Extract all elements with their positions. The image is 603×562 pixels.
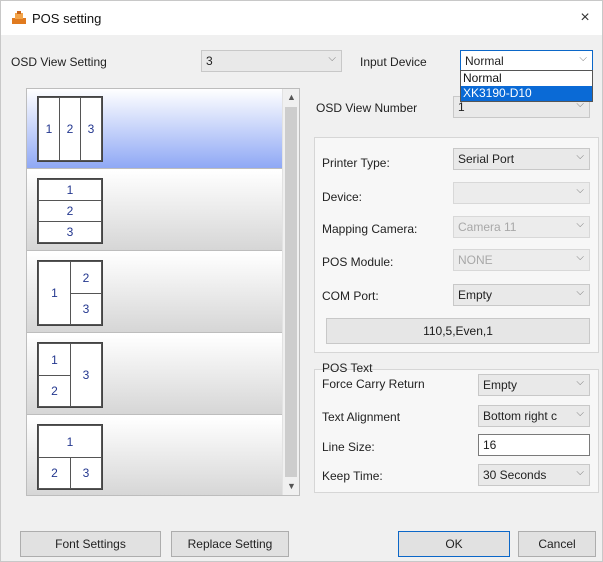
- layout-cell: 2: [38, 375, 71, 407]
- line-size-input[interactable]: 16: [478, 434, 590, 456]
- osd-view-number-label: OSD View Number: [316, 101, 418, 115]
- layout-tile-5[interactable]: 1 2 3: [27, 417, 282, 495]
- osd-view-number-value: 1: [458, 100, 465, 114]
- com-settings-display: 110,5,Even,1: [326, 318, 590, 344]
- keep-time-label: Keep Time:: [322, 469, 383, 483]
- chevron-down-icon: ⌵: [576, 219, 584, 230]
- chevron-down-icon: ⌵: [579, 53, 587, 64]
- chevron-down-icon: ⌵: [576, 151, 584, 162]
- com-port-label: COM Port:: [322, 289, 379, 303]
- pos-module-value: NONE: [458, 253, 493, 267]
- mapping-camera-select[interactable]: Camera 11 ⌵: [453, 216, 590, 238]
- keep-time-value: 30 Seconds: [483, 468, 547, 482]
- layout-cell: 1: [38, 97, 60, 161]
- line-size-label: Line Size:: [322, 440, 375, 454]
- chevron-down-icon: ⌵: [576, 377, 584, 388]
- osd-view-setting-select[interactable]: 3 ⌵: [201, 50, 342, 72]
- scrollbar-thumb[interactable]: [285, 107, 297, 477]
- mapping-camera-value: Camera 11: [458, 220, 517, 234]
- printer-type-value: Serial Port: [458, 152, 515, 166]
- input-device-dropdown-list[interactable]: Normal XK3190-D10: [460, 70, 593, 102]
- text-alignment-label: Text Alignment: [322, 410, 401, 424]
- keep-time-select[interactable]: 30 Seconds ⌵: [478, 464, 590, 486]
- close-icon[interactable]: ×: [576, 9, 594, 27]
- dropdown-option-normal[interactable]: Normal: [461, 71, 592, 86]
- device-label: Device:: [322, 190, 363, 204]
- chevron-down-icon: ⌵: [328, 53, 336, 64]
- printer-type-select[interactable]: Serial Port ⌵: [453, 148, 590, 170]
- layout-cell: 3: [70, 293, 102, 325]
- force-carry-return-select[interactable]: Empty ⌵: [478, 374, 590, 396]
- printer-type-label: Printer Type:: [322, 156, 390, 170]
- scroll-down-arrow[interactable]: ▼: [283, 478, 299, 495]
- layout-cell: 3: [80, 97, 102, 161]
- layout-grid: 1 2 3: [37, 178, 103, 244]
- layout-tile-4[interactable]: 1 2 3: [27, 335, 282, 415]
- layout-cell: 2: [38, 200, 102, 222]
- layout-tile-1[interactable]: 1 2 3: [27, 89, 282, 169]
- pos-text-group-label: POS Text: [322, 361, 373, 375]
- layout-cell: 3: [70, 343, 102, 407]
- layout-cell: 3: [38, 221, 102, 243]
- layout-tile-3[interactable]: 1 2 3: [27, 253, 282, 333]
- layout-cell: 2: [70, 261, 102, 294]
- chevron-down-icon: ⌵: [576, 408, 584, 419]
- chevron-down-icon: ⌵: [576, 185, 584, 196]
- layout-grid: 1 2 3: [37, 96, 103, 162]
- replace-setting-button[interactable]: Replace Setting: [171, 531, 289, 557]
- pos-app-icon: [12, 11, 26, 24]
- force-carry-return-value: Empty: [483, 378, 518, 392]
- mapping-camera-label: Mapping Camera:: [322, 222, 418, 236]
- com-port-select[interactable]: Empty ⌵: [453, 284, 590, 306]
- title-bar: POS setting ×: [1, 1, 602, 35]
- layout-cell: 2: [38, 457, 71, 489]
- osd-view-setting-label: OSD View Setting: [11, 55, 107, 69]
- layout-scrollbar[interactable]: ▲ ▼: [282, 89, 299, 495]
- layout-cell: 1: [38, 179, 102, 201]
- device-select[interactable]: ⌵: [453, 182, 590, 204]
- layout-grid: 1 2 3: [37, 260, 103, 326]
- layout-cell: 2: [59, 97, 81, 161]
- chevron-down-icon: ⌵: [576, 252, 584, 263]
- chevron-down-icon: ⌵: [576, 287, 584, 298]
- ok-button[interactable]: OK: [398, 531, 510, 557]
- pos-module-select[interactable]: NONE ⌵: [453, 249, 590, 271]
- pos-module-label: POS Module:: [322, 255, 394, 269]
- layout-cell: 1: [38, 261, 71, 325]
- layout-list: 1 2 3 1 2 3 1 2 3 1 2 3 1 2 3 ▲ ▼: [26, 88, 300, 496]
- input-device-select[interactable]: Normal ⌵: [460, 50, 593, 72]
- com-port-value: Empty: [458, 288, 493, 302]
- layout-cell: 1: [38, 343, 71, 376]
- window-title: POS setting: [32, 11, 102, 26]
- layout-cell: 1: [38, 425, 102, 458]
- layout-grid: 1 2 3: [37, 342, 103, 408]
- font-settings-button[interactable]: Font Settings: [20, 531, 161, 557]
- cancel-button[interactable]: Cancel: [518, 531, 596, 557]
- layout-tile-2[interactable]: 1 2 3: [27, 171, 282, 251]
- input-device-label: Input Device: [360, 55, 427, 69]
- layout-grid: 1 2 3: [37, 424, 103, 490]
- scroll-up-arrow[interactable]: ▲: [283, 89, 299, 106]
- osd-view-setting-value: 3: [206, 54, 213, 68]
- pos-setting-window: POS setting × OSD View Setting 3 ⌵ Input…: [0, 0, 603, 562]
- dropdown-option-xk3190-d10[interactable]: XK3190-D10: [461, 86, 592, 101]
- text-alignment-value: Bottom right c: [483, 409, 558, 423]
- force-carry-return-label: Force Carry Return: [322, 377, 425, 391]
- input-device-value: Normal: [465, 54, 504, 68]
- layout-cell: 3: [70, 457, 102, 489]
- chevron-down-icon: ⌵: [576, 467, 584, 478]
- text-alignment-select[interactable]: Bottom right c ⌵: [478, 405, 590, 427]
